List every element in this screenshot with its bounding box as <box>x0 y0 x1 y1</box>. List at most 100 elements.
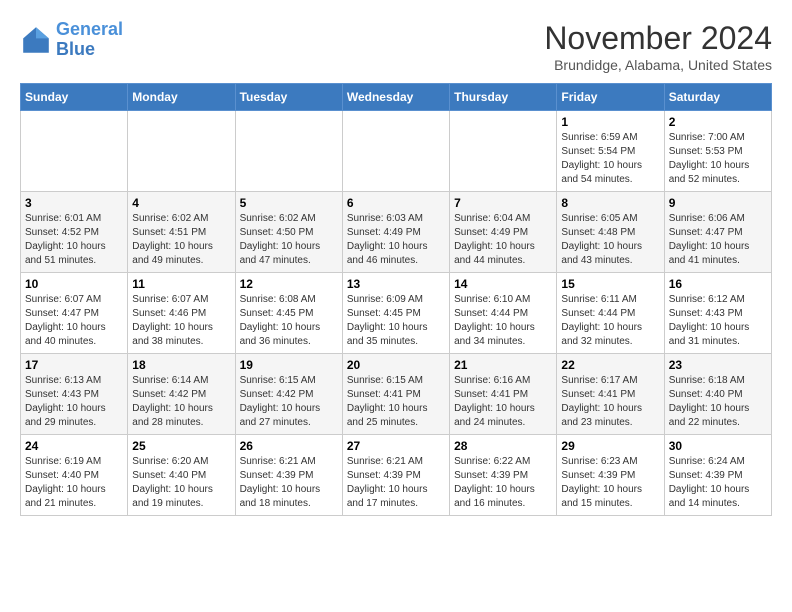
calendar-cell <box>235 111 342 192</box>
day-number: 6 <box>347 196 445 210</box>
calendar-cell: 1 Sunrise: 6:59 AM Sunset: 5:54 PM Daylig… <box>557 111 664 192</box>
day-number: 28 <box>454 439 552 453</box>
calendar-cell: 28 Sunrise: 6:22 AM Sunset: 4:39 PM Dayli… <box>450 435 557 516</box>
day-info: Sunrise: 6:18 AM Sunset: 4:40 PM Dayligh… <box>669 374 767 430</box>
day-info: Sunrise: 6:17 AM Sunset: 4:41 PM Dayligh… <box>561 374 659 430</box>
day-info: Sunrise: 6:06 AM Sunset: 4:47 PM Dayligh… <box>669 212 767 268</box>
location-subtitle: Brundidge, Alabama, United States <box>544 57 772 73</box>
calendar-cell: 5 Sunrise: 6:02 AM Sunset: 4:50 PM Daylig… <box>235 192 342 273</box>
day-number: 1 <box>561 115 659 129</box>
day-number: 5 <box>240 196 338 210</box>
day-info: Sunrise: 6:15 AM Sunset: 4:41 PM Dayligh… <box>347 374 445 430</box>
month-title: November 2024 <box>544 20 772 57</box>
weekday-header: Saturday <box>664 84 771 111</box>
calendar-cell: 18 Sunrise: 6:14 AM Sunset: 4:42 PM Dayli… <box>128 354 235 435</box>
day-info: Sunrise: 6:05 AM Sunset: 4:48 PM Dayligh… <box>561 212 659 268</box>
day-number: 4 <box>132 196 230 210</box>
weekday-header: Monday <box>128 84 235 111</box>
day-info: Sunrise: 6:21 AM Sunset: 4:39 PM Dayligh… <box>240 455 338 511</box>
calendar-cell: 9 Sunrise: 6:06 AM Sunset: 4:47 PM Daylig… <box>664 192 771 273</box>
day-number: 29 <box>561 439 659 453</box>
calendar-cell: 30 Sunrise: 6:24 AM Sunset: 4:39 PM Dayli… <box>664 435 771 516</box>
calendar-cell: 11 Sunrise: 6:07 AM Sunset: 4:46 PM Dayli… <box>128 273 235 354</box>
day-info: Sunrise: 6:02 AM Sunset: 4:50 PM Dayligh… <box>240 212 338 268</box>
calendar-cell: 29 Sunrise: 6:23 AM Sunset: 4:39 PM Dayli… <box>557 435 664 516</box>
calendar-week-row: 10 Sunrise: 6:07 AM Sunset: 4:47 PM Dayli… <box>21 273 772 354</box>
day-number: 24 <box>25 439 123 453</box>
calendar-cell: 22 Sunrise: 6:17 AM Sunset: 4:41 PM Dayli… <box>557 354 664 435</box>
day-info: Sunrise: 6:12 AM Sunset: 4:43 PM Dayligh… <box>669 293 767 349</box>
day-number: 30 <box>669 439 767 453</box>
weekday-header: Tuesday <box>235 84 342 111</box>
day-number: 16 <box>669 277 767 291</box>
day-info: Sunrise: 6:59 AM Sunset: 5:54 PM Dayligh… <box>561 131 659 187</box>
day-info: Sunrise: 6:04 AM Sunset: 4:49 PM Dayligh… <box>454 212 552 268</box>
calendar-body: 1 Sunrise: 6:59 AM Sunset: 5:54 PM Daylig… <box>21 111 772 516</box>
calendar-cell <box>128 111 235 192</box>
day-number: 20 <box>347 358 445 372</box>
day-info: Sunrise: 6:23 AM Sunset: 4:39 PM Dayligh… <box>561 455 659 511</box>
calendar-week-row: 3 Sunrise: 6:01 AM Sunset: 4:52 PM Daylig… <box>21 192 772 273</box>
day-number: 9 <box>669 196 767 210</box>
calendar-week-row: 24Sunrise: 6:19 AM Sunset: 4:40 PM Dayli… <box>21 435 772 516</box>
day-info: Sunrise: 7:00 AM Sunset: 5:53 PM Dayligh… <box>669 131 767 187</box>
day-number: 7 <box>454 196 552 210</box>
day-info: Sunrise: 6:14 AM Sunset: 4:42 PM Dayligh… <box>132 374 230 430</box>
weekday-header: Friday <box>557 84 664 111</box>
day-number: 17 <box>25 358 123 372</box>
day-number: 25 <box>132 439 230 453</box>
calendar-cell: 14Sunrise: 6:10 AM Sunset: 4:44 PM Dayli… <box>450 273 557 354</box>
logo-text: General Blue <box>56 20 123 60</box>
day-info: Sunrise: 6:20 AM Sunset: 4:40 PM Dayligh… <box>132 455 230 511</box>
weekday-header: Thursday <box>450 84 557 111</box>
calendar-cell: 13 Sunrise: 6:09 AM Sunset: 4:45 PM Dayli… <box>342 273 449 354</box>
calendar-cell: 12Sunrise: 6:08 AM Sunset: 4:45 PM Dayli… <box>235 273 342 354</box>
weekday-header-row: SundayMondayTuesdayWednesdayThursdayFrid… <box>21 84 772 111</box>
day-info: Sunrise: 6:09 AM Sunset: 4:45 PM Dayligh… <box>347 293 445 349</box>
day-info: Sunrise: 6:16 AM Sunset: 4:41 PM Dayligh… <box>454 374 552 430</box>
day-number: 15 <box>561 277 659 291</box>
day-info: Sunrise: 6:24 AM Sunset: 4:39 PM Dayligh… <box>669 455 767 511</box>
day-number: 13 <box>347 277 445 291</box>
day-number: 19 <box>240 358 338 372</box>
title-block: November 2024 Brundidge, Alabama, United… <box>544 20 772 73</box>
calendar-cell: 17 Sunrise: 6:13 AM Sunset: 4:43 PM Dayli… <box>21 354 128 435</box>
calendar-cell: 7 Sunrise: 6:04 AM Sunset: 4:49 PM Daylig… <box>450 192 557 273</box>
calendar-cell: 3 Sunrise: 6:01 AM Sunset: 4:52 PM Daylig… <box>21 192 128 273</box>
calendar-header: SundayMondayTuesdayWednesdayThursdayFrid… <box>21 84 772 111</box>
page-header: General Blue November 2024 Brundidge, Al… <box>20 20 772 73</box>
day-info: Sunrise: 6:22 AM Sunset: 4:39 PM Dayligh… <box>454 455 552 511</box>
day-number: 27 <box>347 439 445 453</box>
day-number: 3 <box>25 196 123 210</box>
day-number: 26 <box>240 439 338 453</box>
calendar-cell: 2 Sunrise: 7:00 AM Sunset: 5:53 PM Daylig… <box>664 111 771 192</box>
calendar-table: SundayMondayTuesdayWednesdayThursdayFrid… <box>20 83 772 516</box>
weekday-header: Wednesday <box>342 84 449 111</box>
day-info: Sunrise: 6:07 AM Sunset: 4:46 PM Dayligh… <box>132 293 230 349</box>
day-number: 23 <box>669 358 767 372</box>
calendar-cell: 15Sunrise: 6:11 AM Sunset: 4:44 PM Dayli… <box>557 273 664 354</box>
day-info: Sunrise: 6:01 AM Sunset: 4:52 PM Dayligh… <box>25 212 123 268</box>
day-number: 11 <box>132 277 230 291</box>
calendar-cell: 4 Sunrise: 6:02 AM Sunset: 4:51 PM Daylig… <box>128 192 235 273</box>
day-info: Sunrise: 6:07 AM Sunset: 4:47 PM Dayligh… <box>25 293 123 349</box>
day-number: 10 <box>25 277 123 291</box>
day-number: 22 <box>561 358 659 372</box>
calendar-cell: 19Sunrise: 6:15 AM Sunset: 4:42 PM Dayli… <box>235 354 342 435</box>
calendar-cell: 25 Sunrise: 6:20 AM Sunset: 4:40 PM Dayli… <box>128 435 235 516</box>
day-info: Sunrise: 6:08 AM Sunset: 4:45 PM Dayligh… <box>240 293 338 349</box>
day-info: Sunrise: 6:02 AM Sunset: 4:51 PM Dayligh… <box>132 212 230 268</box>
calendar-week-row: 17 Sunrise: 6:13 AM Sunset: 4:43 PM Dayli… <box>21 354 772 435</box>
day-number: 14 <box>454 277 552 291</box>
day-number: 18 <box>132 358 230 372</box>
weekday-header: Sunday <box>21 84 128 111</box>
calendar-cell: 6Sunrise: 6:03 AM Sunset: 4:49 PM Daylig… <box>342 192 449 273</box>
calendar-cell: 26 Sunrise: 6:21 AM Sunset: 4:39 PM Dayli… <box>235 435 342 516</box>
calendar-cell: 27Sunrise: 6:21 AM Sunset: 4:39 PM Dayli… <box>342 435 449 516</box>
calendar-cell: 21Sunrise: 6:16 AM Sunset: 4:41 PM Dayli… <box>450 354 557 435</box>
day-number: 2 <box>669 115 767 129</box>
calendar-cell: 24Sunrise: 6:19 AM Sunset: 4:40 PM Dayli… <box>21 435 128 516</box>
day-info: Sunrise: 6:13 AM Sunset: 4:43 PM Dayligh… <box>25 374 123 430</box>
calendar-cell <box>21 111 128 192</box>
calendar-cell: 16 Sunrise: 6:12 AM Sunset: 4:43 PM Dayli… <box>664 273 771 354</box>
